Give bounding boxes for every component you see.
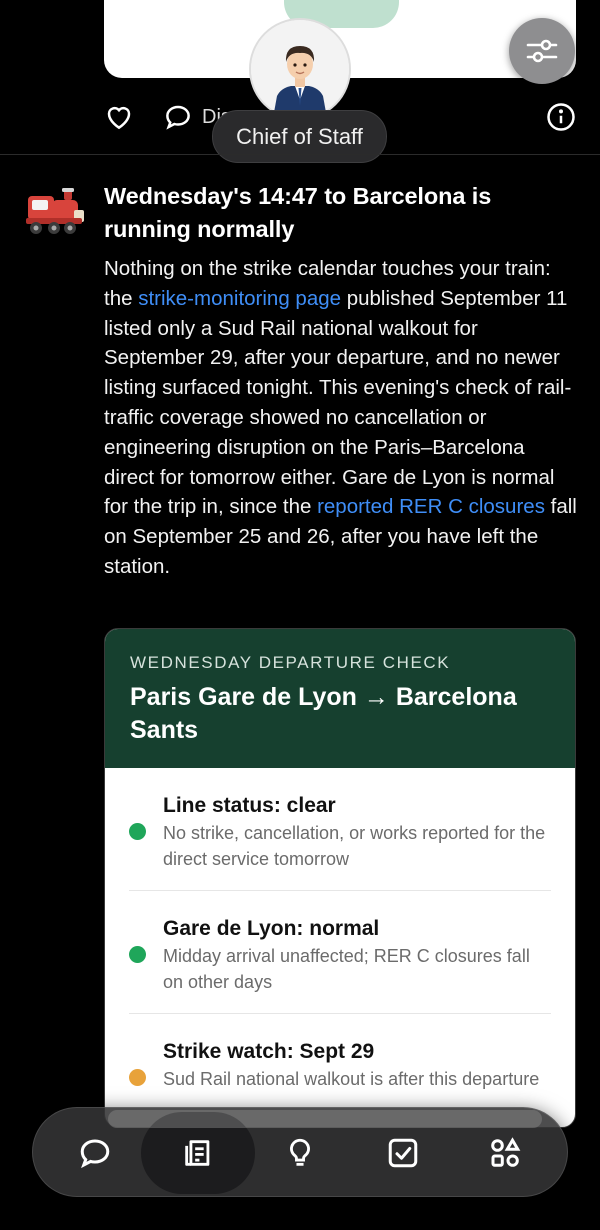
strike-monitoring-link[interactable]: strike-monitoring page — [138, 287, 341, 310]
status-dot-icon — [129, 946, 146, 963]
lightbulb-icon — [290, 1138, 310, 1166]
status-dot-icon — [129, 823, 146, 840]
avatar[interactable] — [249, 18, 351, 120]
message-title: Wednesday's 14:47 to Barcelona is runnin… — [104, 183, 492, 242]
status-title: Line status: clear — [163, 794, 336, 817]
body-text-2: published September 11 listed only a Sud… — [104, 286, 572, 519]
scroll-indicator[interactable] — [108, 1110, 542, 1128]
rer-c-closures-link[interactable]: reported RER C closures — [317, 495, 545, 518]
sliders-icon — [526, 39, 558, 63]
chat-icon — [80, 1139, 110, 1169]
status-item-line: Line status: clear No strike, cancellati… — [129, 768, 551, 891]
notes-icon — [185, 1140, 210, 1166]
apps-icon — [491, 1137, 521, 1167]
filter-button[interactable] — [509, 18, 575, 84]
status-title: Strike watch: Sept 29 — [163, 1040, 375, 1063]
message-body: Nothing on the strike calendar touches y… — [104, 254, 580, 582]
card-header: WEDNESDAY DEPARTURE CHECK Paris Gare de … — [105, 629, 575, 768]
heart-icon[interactable] — [104, 102, 134, 137]
status-item-station: Gare de Lyon: normal Midday arrival unaf… — [129, 891, 551, 1014]
avatar-label: Chief of Staff — [212, 110, 387, 163]
discuss-icon[interactable] — [162, 102, 194, 137]
checkbox-icon — [388, 1138, 418, 1168]
status-dot-icon — [129, 1069, 146, 1086]
departure-check-card: WEDNESDAY DEPARTURE CHECK Paris Gare de … — [104, 628, 576, 1128]
message: Wednesday's 14:47 to Barcelona is runnin… — [104, 180, 580, 582]
status-desc: No strike, cancellation, or works report… — [163, 823, 546, 869]
status-desc: Midday arrival unaffected; RER C closure… — [163, 946, 530, 992]
card-eyebrow: WEDNESDAY DEPARTURE CHECK — [130, 653, 451, 672]
divider — [0, 154, 600, 155]
info-icon[interactable] — [546, 102, 576, 137]
status-list: Line status: clear No strike, cancellati… — [105, 768, 575, 1111]
status-item-strike: Strike watch: Sept 29 Sud Rail national … — [129, 1014, 551, 1111]
card-route: Paris Gare de Lyon → Barcelona Sants — [130, 683, 517, 744]
status-title: Gare de Lyon: normal — [163, 917, 380, 940]
status-desc: Sud Rail national walkout is after this … — [163, 1069, 540, 1089]
train-icon — [24, 182, 86, 242]
